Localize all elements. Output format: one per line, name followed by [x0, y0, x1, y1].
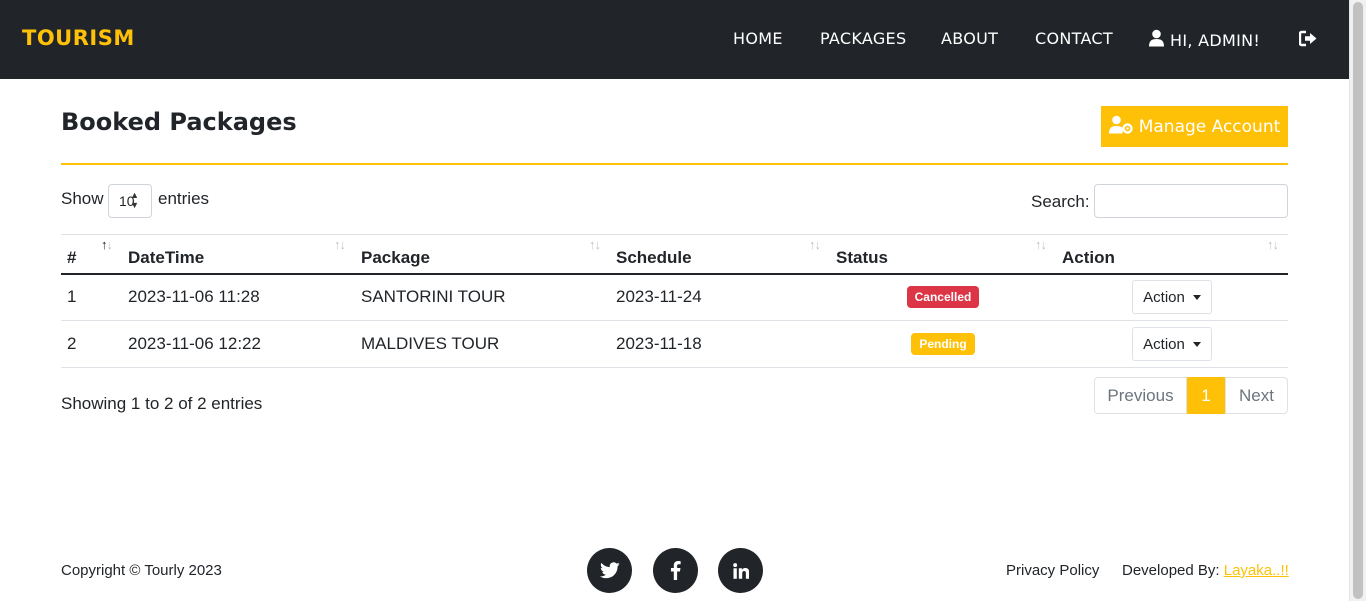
linkedin-icon[interactable]	[718, 548, 763, 593]
scrollbar-thumb[interactable]	[1353, 2, 1363, 599]
caret-down-icon	[1192, 341, 1201, 347]
manage-account-button[interactable]: Manage Account	[1101, 106, 1288, 147]
sort-icon: ↑↓	[589, 237, 601, 252]
column-header-package[interactable]: Package ↑↓	[355, 234, 610, 275]
nav-about[interactable]: ABOUT	[941, 29, 998, 48]
cell-status: Cancelled	[830, 273, 1056, 321]
developed-by-label: Developed By:	[1122, 562, 1220, 579]
search-label: Search:	[1031, 192, 1090, 211]
sort-icon: ↑↓	[809, 237, 821, 252]
cell-action: Action	[1056, 273, 1288, 321]
status-badge: Cancelled	[906, 286, 980, 309]
navbar: TOURISM HOME PACKAGES ABOUT CONTACT HI, …	[0, 0, 1349, 79]
user-icon	[1149, 29, 1164, 51]
nav-home[interactable]: HOME	[733, 29, 783, 48]
copyright-text: Copyright © Tourly 2023	[61, 562, 222, 579]
action-dropdown-button[interactable]: Action	[1132, 327, 1212, 361]
cell-datetime: 2023-11-06 11:28	[122, 273, 355, 321]
nav-user-menu[interactable]: HI, ADMIN!	[1149, 29, 1260, 51]
table-row: 1 2023-11-06 11:28 SANTORINI TOUR 2023-1…	[61, 273, 1288, 321]
column-header-action[interactable]: Action ↑↓	[1056, 234, 1288, 275]
cell-datetime: 2023-11-06 12:22	[122, 320, 355, 368]
developer-link[interactable]: Layaka..!!	[1224, 562, 1289, 579]
show-label: Show	[61, 189, 104, 208]
facebook-icon[interactable]	[653, 548, 698, 593]
search-input[interactable]	[1094, 184, 1288, 218]
caret-down-icon	[1192, 294, 1201, 300]
entries-select[interactable]: 10 ▲ ▼	[108, 184, 152, 218]
entries-info: Showing 1 to 2 of 2 entries	[61, 394, 263, 413]
manage-account-label: Manage Account	[1138, 116, 1281, 137]
developed-by: Developed By: Layaka..!!	[1122, 562, 1289, 579]
column-header-status[interactable]: Status ↑↓	[830, 234, 1056, 275]
cell-status: Pending	[830, 320, 1056, 368]
action-dropdown-button[interactable]: Action	[1132, 280, 1212, 315]
pagination-previous[interactable]: Previous	[1094, 377, 1187, 414]
cell-package: SANTORINI TOUR	[355, 273, 610, 321]
cell-schedule: 2023-11-18	[610, 320, 830, 368]
twitter-icon[interactable]	[587, 548, 632, 593]
user-gear-icon	[1108, 115, 1133, 139]
page-title: Booked Packages	[61, 108, 297, 136]
table-header-row: # ↑↓ DateTime ↑↓ Package ↑↓ Schedule ↑↓ Stat…	[61, 234, 1288, 275]
nav-packages[interactable]: PACKAGES	[820, 29, 906, 48]
status-badge: Pending	[911, 333, 975, 355]
cell-action: Action	[1056, 320, 1288, 368]
column-header-datetime[interactable]: DateTime ↑↓	[122, 234, 355, 275]
sort-icon: ↑↓	[334, 237, 346, 252]
sort-icon: ↑↓	[1035, 237, 1047, 252]
pagination-page-1[interactable]: 1	[1187, 377, 1225, 414]
nav-user-label: HI, ADMIN!	[1170, 30, 1261, 50]
header-divider	[61, 163, 1288, 165]
sort-icon: ↑↓	[1267, 237, 1279, 252]
cell-number: 2	[61, 320, 122, 368]
cell-package: MALDIVES TOUR	[355, 320, 610, 368]
sort-icon: ↑↓	[101, 237, 113, 252]
pagination-next[interactable]: Next	[1225, 377, 1288, 414]
privacy-policy-link[interactable]: Privacy Policy	[1006, 562, 1099, 579]
bookings-table: # ↑↓ DateTime ↑↓ Package ↑↓ Schedule ↑↓ Stat…	[61, 234, 1288, 368]
column-header-schedule[interactable]: Schedule ↑↓	[610, 234, 830, 275]
entries-label: entries	[158, 189, 210, 208]
pagination: Previous 1 Next	[1094, 377, 1288, 414]
column-header-number[interactable]: # ↑↓	[61, 234, 122, 275]
nav-contact[interactable]: CONTACT	[1035, 29, 1113, 48]
vertical-scrollbar[interactable]	[1349, 0, 1366, 601]
table-row: 2 2023-11-06 12:22 MALDIVES TOUR 2023-11…	[61, 320, 1288, 368]
brand-logo[interactable]: TOURISM	[22, 26, 135, 50]
select-arrows-icon: ▲ ▼	[130, 190, 139, 210]
cell-number: 1	[61, 273, 122, 321]
cell-schedule: 2023-11-24	[610, 273, 830, 321]
logout-icon[interactable]	[1298, 30, 1318, 51]
